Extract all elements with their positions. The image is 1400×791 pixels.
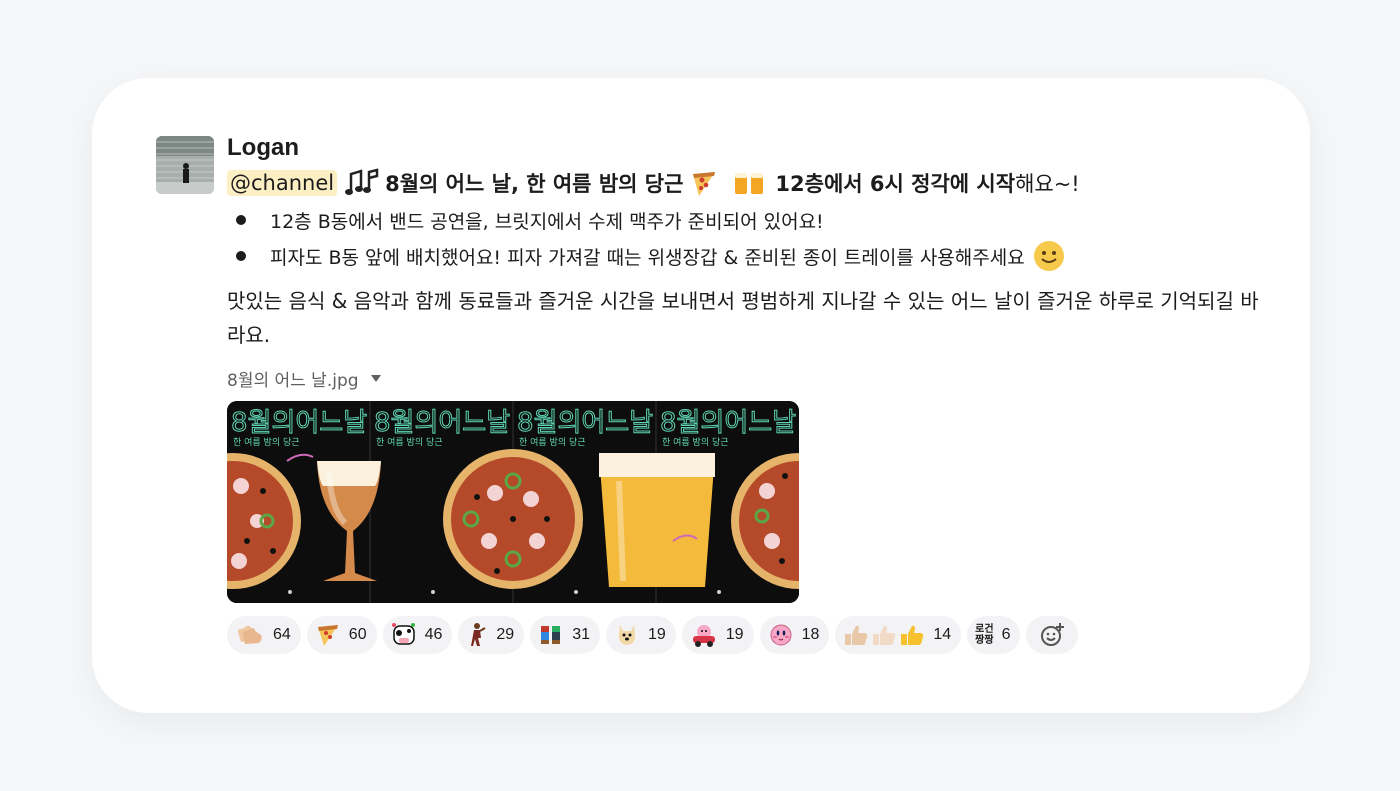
poster-title: 8월의어느날 <box>231 408 367 438</box>
add-emoji-icon <box>1041 623 1065 646</box>
poster-subtitle: 한 여름 밤의 당근 <box>233 436 300 448</box>
dog-icon <box>618 625 636 645</box>
beers-icon <box>733 168 767 198</box>
reaction-pizza[interactable]: 60 <box>306 616 377 654</box>
poster-subtitle: 한 여름 밤의 당근 <box>662 436 729 448</box>
reaction-count: 46 <box>424 626 443 643</box>
message-paragraph: 맛있는 음식 & 음악과 함께 동료들과 즐거운 시간을 보내면서 평범하게 지… <box>227 289 1259 347</box>
reaction-count: 29 <box>496 626 515 643</box>
headline-time: 12층에서 6시 정각에 시작 <box>775 172 1016 196</box>
user-avatar[interactable] <box>156 136 214 194</box>
add-reaction-button[interactable] <box>1026 616 1079 654</box>
list-item: 12층 B동에서 밴드 공연을, 브릿지에서 수제 맥주가 준비되어 있어요! <box>236 202 1065 238</box>
bullet-list: 12층 B동에서 밴드 공연을, 브릿지에서 수제 맥주가 준비되어 있어요! … <box>236 202 1065 274</box>
poster-subtitle: 한 여름 밤의 당근 <box>376 436 443 448</box>
pizza-icon <box>317 625 338 646</box>
list-item-text: 피자도 B동 앞에 배치했어요! 피자 가져갈 때는 위생장갑 & 준비된 종이… <box>270 246 1025 269</box>
bullet-dot <box>236 215 246 225</box>
list-item: 피자도 B동 앞에 배치했어요! 피자 가져갈 때는 위생장갑 & 준비된 종이… <box>236 238 1065 274</box>
reaction-kirby-car[interactable]: 19 <box>681 616 754 654</box>
pixel-people-icon <box>541 626 561 644</box>
reaction-bar: 64 60 46 29 31 19 19 18 14 로건 짱짱 6 <box>227 616 1079 654</box>
cow-party-icon <box>391 623 415 645</box>
reaction-count: 31 <box>572 626 590 643</box>
kirby-icon <box>770 624 792 646</box>
reaction-count: 19 <box>647 626 666 643</box>
kirby-car-icon <box>692 625 715 647</box>
reaction-thumbs-up[interactable]: 14 <box>835 616 962 654</box>
reaction-dancer[interactable]: 29 <box>458 616 525 654</box>
attachment-toggle[interactable]: 8월의 어느 날.jpg <box>227 366 381 391</box>
poster-title: 8월의어느날 <box>660 408 796 438</box>
list-item-text: 12층 B동에서 밴드 공연을, 브릿지에서 수제 맥주가 준비되어 있어요! <box>270 210 824 233</box>
reaction-cow-party[interactable]: 46 <box>382 616 453 654</box>
reaction-count: 6 <box>1001 626 1011 643</box>
reaction-kirby[interactable]: 18 <box>759 616 830 654</box>
ganbaru-icon: 로건 짱짱 <box>975 624 994 646</box>
headline-title: 8월의 어느 날, 한 여름 밤의 당근 <box>385 172 684 196</box>
reaction-dog[interactable]: 19 <box>605 616 676 654</box>
reaction-count: 14 <box>933 626 952 643</box>
reaction-count: 64 <box>273 626 291 643</box>
poster-title: 8월의어느날 <box>374 408 510 438</box>
attachment-image[interactable]: 8월의어느날 8월의어느날 8월의어느날 8월의어느날 한 여름 밤의 당근 한… <box>227 401 799 603</box>
reaction-count: 18 <box>801 626 820 643</box>
reaction-ganbaru[interactable]: 로건 짱짱 6 <box>967 616 1021 654</box>
bullet-dot <box>236 251 246 261</box>
clap-icon <box>238 625 262 644</box>
reaction-count: 19 <box>725 626 744 643</box>
pizza-icon <box>689 168 719 198</box>
reaction-clap[interactable]: 64 <box>227 616 301 654</box>
channel-mention[interactable]: @channel <box>227 170 338 196</box>
reaction-pixel-people[interactable]: 31 <box>530 616 600 654</box>
poster-subtitle: 한 여름 밤의 당근 <box>519 436 586 448</box>
headline-tail: 해요~! <box>1015 172 1080 196</box>
music-notes-icon <box>345 168 379 198</box>
message-headline: @channel 8월의 어느 날, 한 여름 밤의 당근 12층에서 6시 정… <box>227 168 1080 198</box>
thumbs-up-trio-icon <box>845 625 924 645</box>
dancer-icon <box>471 623 486 646</box>
caret-down-icon <box>370 375 381 382</box>
poster-title: 8월의어느날 <box>517 408 653 438</box>
author-name[interactable]: Logan <box>227 134 299 162</box>
attachment-name: 8월의 어느 날.jpg <box>227 371 359 391</box>
smile-icon <box>1033 240 1065 272</box>
reaction-count: 60 <box>348 626 367 643</box>
